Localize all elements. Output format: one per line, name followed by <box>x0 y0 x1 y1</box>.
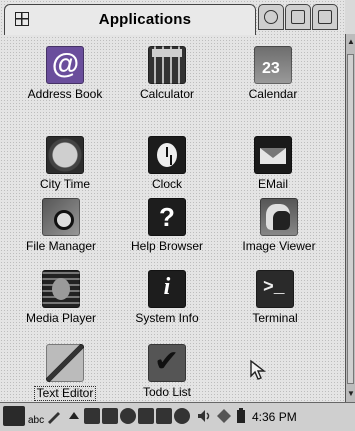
app-label: Help Browser <box>130 239 204 253</box>
image-task-icon[interactable] <box>102 408 118 424</box>
app-label: Todo List <box>142 385 192 399</box>
app-label: Address Book <box>27 87 103 101</box>
media-task-icon[interactable] <box>138 408 154 424</box>
app-image-viewer[interactable]: Image Viewer <box>226 198 332 253</box>
clock-icon <box>148 136 186 174</box>
file-manager-icon <box>42 198 80 236</box>
app-label: System Info <box>135 311 199 325</box>
info-task-icon[interactable] <box>174 408 190 424</box>
city-time-icon <box>46 136 84 174</box>
vertical-scrollbar[interactable]: ▲ ▼ <box>345 34 355 402</box>
calendar-icon <box>254 46 292 84</box>
app-label: Image Viewer <box>242 239 316 253</box>
app-terminal[interactable]: Terminal <box>222 270 328 325</box>
app-calculator[interactable]: Calculator <box>114 46 220 101</box>
text-editor-task-icon[interactable] <box>84 408 100 424</box>
app-label: Clock <box>151 177 182 191</box>
address-book-icon <box>46 46 84 84</box>
app-label: Text Editor <box>33 386 97 401</box>
app-label: EMail <box>257 177 288 191</box>
app-label: Terminal <box>252 311 298 325</box>
media-player-icon <box>42 270 80 308</box>
clock-time[interactable]: 4:36 PM <box>252 410 297 424</box>
terminal-icon <box>256 270 294 308</box>
scroll-thumb[interactable] <box>347 54 354 384</box>
scroll-up-arrow-icon[interactable]: ▲ <box>346 36 355 48</box>
app-label: Calculator <box>139 87 195 101</box>
games-icon <box>264 10 278 24</box>
app-media-player[interactable]: Media Player <box>8 270 114 325</box>
tab-settings[interactable] <box>285 4 311 30</box>
tab-bar: Applications <box>0 0 355 35</box>
app-todo-list[interactable]: Todo List <box>114 344 220 399</box>
app-file-manager[interactable]: File Manager <box>8 198 114 253</box>
tab-applications[interactable]: Applications <box>4 4 256 35</box>
volume-icon[interactable] <box>196 408 212 424</box>
help-task-icon[interactable] <box>120 408 136 424</box>
calculator-icon <box>148 46 186 84</box>
tab-games[interactable] <box>258 4 284 30</box>
up-arrow-icon[interactable] <box>66 408 82 424</box>
app-address-book[interactable]: Address Book <box>12 46 118 101</box>
tab-documents[interactable] <box>312 4 338 30</box>
app-label: File Manager <box>25 239 97 253</box>
info-icon <box>148 270 186 308</box>
text-editor-icon <box>46 344 84 382</box>
pen-input-icon[interactable] <box>46 408 62 424</box>
app-system-info[interactable]: System Info <box>114 270 220 325</box>
app-email[interactable]: EMail <box>220 136 326 191</box>
input-mode-indicator[interactable]: abc <box>28 415 44 426</box>
tab-title: Applications <box>98 11 192 28</box>
todo-icon <box>148 344 186 382</box>
documents-icon <box>318 10 332 24</box>
app-text-editor[interactable]: Text Editor <box>12 344 118 402</box>
grid-icon <box>15 12 29 26</box>
app-clock[interactable]: Clock <box>114 136 220 191</box>
app-city-time[interactable]: City Time <box>12 136 118 191</box>
app-label: Calendar <box>248 87 298 101</box>
image-viewer-icon <box>260 198 298 236</box>
scroll-down-arrow-icon[interactable]: ▼ <box>346 388 355 400</box>
settings-icon <box>291 10 305 24</box>
app-label: City Time <box>39 177 90 191</box>
taskbar: abc 4:36 PM <box>0 402 355 431</box>
app-label: Media Player <box>25 311 97 325</box>
app-calendar[interactable]: Calendar <box>220 46 326 101</box>
battery-icon[interactable] <box>236 408 246 424</box>
network-icon[interactable] <box>216 408 232 424</box>
start-menu-icon[interactable] <box>3 406 25 426</box>
mouse-pointer-icon <box>250 359 267 380</box>
app-help-browser[interactable]: Help Browser <box>114 198 220 253</box>
email-icon <box>254 136 292 174</box>
help-icon <box>148 198 186 236</box>
calendar-task-icon[interactable] <box>156 408 172 424</box>
